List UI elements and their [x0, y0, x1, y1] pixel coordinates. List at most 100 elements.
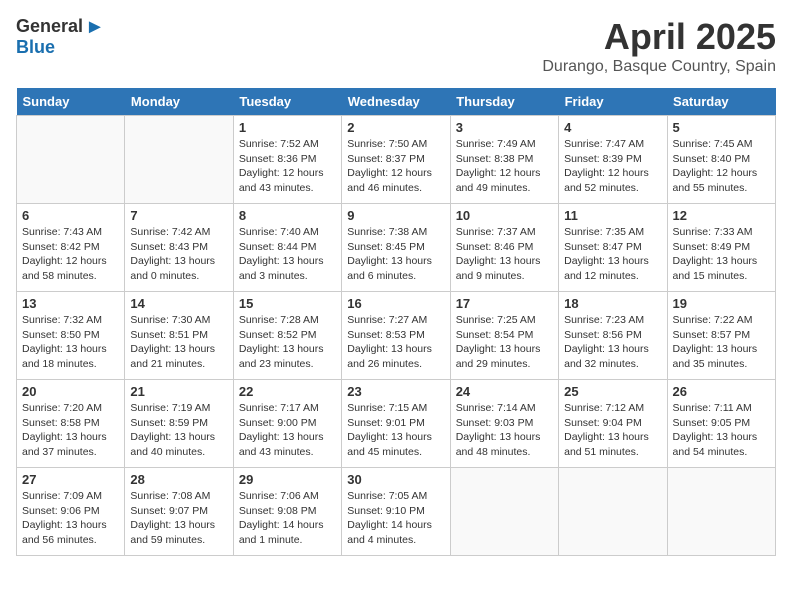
day-number: 22	[239, 384, 336, 399]
day-cell	[559, 468, 667, 556]
weekday-header-tuesday: Tuesday	[233, 88, 341, 116]
day-cell: 16 Sunrise: 7:27 AMSunset: 8:53 PMDayligh…	[342, 292, 450, 380]
day-number: 27	[22, 472, 119, 487]
weekday-header-wednesday: Wednesday	[342, 88, 450, 116]
day-cell: 7 Sunrise: 7:42 AMSunset: 8:43 PMDaylight…	[125, 204, 233, 292]
day-info: Sunrise: 7:42 AMSunset: 8:43 PMDaylight:…	[130, 225, 227, 284]
location-title: Durango, Basque Country, Spain	[542, 58, 776, 76]
weekday-header-row: SundayMondayTuesdayWednesdayThursdayFrid…	[17, 88, 776, 116]
day-number: 15	[239, 296, 336, 311]
day-cell: 22 Sunrise: 7:17 AMSunset: 9:00 PMDayligh…	[233, 380, 341, 468]
day-number: 24	[456, 384, 553, 399]
logo-bird-icon: ►	[85, 16, 105, 38]
day-cell: 15 Sunrise: 7:28 AMSunset: 8:52 PMDayligh…	[233, 292, 341, 380]
day-number: 26	[673, 384, 770, 399]
day-number: 16	[347, 296, 444, 311]
day-cell: 24 Sunrise: 7:14 AMSunset: 9:03 PMDayligh…	[450, 380, 558, 468]
day-info: Sunrise: 7:52 AMSunset: 8:36 PMDaylight:…	[239, 137, 336, 196]
day-number: 25	[564, 384, 661, 399]
day-cell	[125, 116, 233, 204]
day-number: 11	[564, 208, 661, 223]
day-cell: 17 Sunrise: 7:25 AMSunset: 8:54 PMDayligh…	[450, 292, 558, 380]
day-info: Sunrise: 7:25 AMSunset: 8:54 PMDaylight:…	[456, 313, 553, 372]
day-cell: 3Sunrise: 7:49 AMSunset: 8:38 PMDaylight…	[450, 116, 558, 204]
day-cell: 20 Sunrise: 7:20 AMSunset: 8:58 PMDayligh…	[17, 380, 125, 468]
week-row-5: 27 Sunrise: 7:09 AMSunset: 9:06 PMDayligh…	[17, 468, 776, 556]
day-number: 9	[347, 208, 444, 223]
month-title: April 2025	[542, 16, 776, 58]
day-number: 12	[673, 208, 770, 223]
day-info: Sunrise: 7:22 AMSunset: 8:57 PMDaylight:…	[673, 313, 770, 372]
day-cell: 10 Sunrise: 7:37 AMSunset: 8:46 PMDayligh…	[450, 204, 558, 292]
day-cell: 9 Sunrise: 7:38 AMSunset: 8:45 PMDaylight…	[342, 204, 450, 292]
day-info: Sunrise: 7:30 AMSunset: 8:51 PMDaylight:…	[130, 313, 227, 372]
day-cell	[667, 468, 775, 556]
day-info: Sunrise: 7:23 AMSunset: 8:56 PMDaylight:…	[564, 313, 661, 372]
day-cell: 2Sunrise: 7:50 AMSunset: 8:37 PMDaylight…	[342, 116, 450, 204]
day-info: Sunrise: 7:19 AMSunset: 8:59 PMDaylight:…	[130, 401, 227, 460]
day-info: Sunrise: 7:38 AMSunset: 8:45 PMDaylight:…	[347, 225, 444, 284]
day-info: Sunrise: 7:35 AMSunset: 8:47 PMDaylight:…	[564, 225, 661, 284]
day-info: Sunrise: 7:43 AMSunset: 8:42 PMDaylight:…	[22, 225, 119, 284]
day-cell	[17, 116, 125, 204]
day-number: 1	[239, 120, 336, 135]
day-number: 18	[564, 296, 661, 311]
day-number: 14	[130, 296, 227, 311]
logo-general-text: General	[16, 17, 83, 37]
day-info: Sunrise: 7:27 AMSunset: 8:53 PMDaylight:…	[347, 313, 444, 372]
day-info: Sunrise: 7:28 AMSunset: 8:52 PMDaylight:…	[239, 313, 336, 372]
day-number: 6	[22, 208, 119, 223]
day-cell: 1 Sunrise: 7:52 AMSunset: 8:36 PMDaylight…	[233, 116, 341, 204]
day-info: Sunrise: 7:15 AMSunset: 9:01 PMDaylight:…	[347, 401, 444, 460]
day-info: Sunrise: 7:14 AMSunset: 9:03 PMDaylight:…	[456, 401, 553, 460]
weekday-header-thursday: Thursday	[450, 88, 558, 116]
day-info: Sunrise: 7:40 AMSunset: 8:44 PMDaylight:…	[239, 225, 336, 284]
weekday-header-saturday: Saturday	[667, 88, 775, 116]
day-number: 3	[456, 120, 553, 135]
day-number: 19	[673, 296, 770, 311]
day-number: 30	[347, 472, 444, 487]
day-number: 23	[347, 384, 444, 399]
title-area: April 2025 Durango, Basque Country, Spai…	[542, 16, 776, 76]
day-cell: 12 Sunrise: 7:33 AMSunset: 8:49 PMDayligh…	[667, 204, 775, 292]
day-cell: 11 Sunrise: 7:35 AMSunset: 8:47 PMDayligh…	[559, 204, 667, 292]
day-number: 29	[239, 472, 336, 487]
day-info: Sunrise: 7:33 AMSunset: 8:49 PMDaylight:…	[673, 225, 770, 284]
day-info: Sunrise: 7:06 AMSunset: 9:08 PMDaylight:…	[239, 489, 336, 548]
day-cell: 25Sunrise: 7:12 AMSunset: 9:04 PMDayligh…	[559, 380, 667, 468]
day-info: Sunrise: 7:05 AMSunset: 9:10 PMDaylight:…	[347, 489, 444, 548]
day-number: 10	[456, 208, 553, 223]
day-number: 7	[130, 208, 227, 223]
day-number: 21	[130, 384, 227, 399]
day-info: Sunrise: 7:17 AMSunset: 9:00 PMDaylight:…	[239, 401, 336, 460]
day-number: 28	[130, 472, 227, 487]
day-cell: 13Sunrise: 7:32 AMSunset: 8:50 PMDayligh…	[17, 292, 125, 380]
day-info: Sunrise: 7:09 AMSunset: 9:06 PMDaylight:…	[22, 489, 119, 548]
day-cell: 14 Sunrise: 7:30 AMSunset: 8:51 PMDayligh…	[125, 292, 233, 380]
day-number: 17	[456, 296, 553, 311]
day-cell: 19 Sunrise: 7:22 AMSunset: 8:57 PMDayligh…	[667, 292, 775, 380]
day-cell: 30 Sunrise: 7:05 AMSunset: 9:10 PMDayligh…	[342, 468, 450, 556]
day-info: Sunrise: 7:20 AMSunset: 8:58 PMDaylight:…	[22, 401, 119, 460]
day-info: Sunrise: 7:08 AMSunset: 9:07 PMDaylight:…	[130, 489, 227, 548]
weekday-header-sunday: Sunday	[17, 88, 125, 116]
day-info: Sunrise: 7:37 AMSunset: 8:46 PMDaylight:…	[456, 225, 553, 284]
header: General ► Blue April 2025 Durango, Basqu…	[16, 16, 776, 76]
day-cell: 29 Sunrise: 7:06 AMSunset: 9:08 PMDayligh…	[233, 468, 341, 556]
weekday-header-friday: Friday	[559, 88, 667, 116]
day-number: 5	[673, 120, 770, 135]
day-cell: 27 Sunrise: 7:09 AMSunset: 9:06 PMDayligh…	[17, 468, 125, 556]
logo: General ► Blue	[16, 16, 105, 58]
logo-blue-text: Blue	[16, 38, 105, 58]
week-row-1: 1 Sunrise: 7:52 AMSunset: 8:36 PMDaylight…	[17, 116, 776, 204]
day-info: Sunrise: 7:47 AMSunset: 8:39 PMDaylight:…	[564, 137, 661, 196]
day-number: 8	[239, 208, 336, 223]
week-row-4: 20 Sunrise: 7:20 AMSunset: 8:58 PMDayligh…	[17, 380, 776, 468]
day-info: Sunrise: 7:32 AMSunset: 8:50 PMDaylight:…	[22, 313, 119, 372]
day-number: 2	[347, 120, 444, 135]
day-info: Sunrise: 7:45 AMSunset: 8:40 PMDaylight:…	[673, 137, 770, 196]
day-cell: 4Sunrise: 7:47 AMSunset: 8:39 PMDaylight…	[559, 116, 667, 204]
day-number: 20	[22, 384, 119, 399]
week-row-3: 13Sunrise: 7:32 AMSunset: 8:50 PMDayligh…	[17, 292, 776, 380]
day-cell: 6 Sunrise: 7:43 AMSunset: 8:42 PMDaylight…	[17, 204, 125, 292]
